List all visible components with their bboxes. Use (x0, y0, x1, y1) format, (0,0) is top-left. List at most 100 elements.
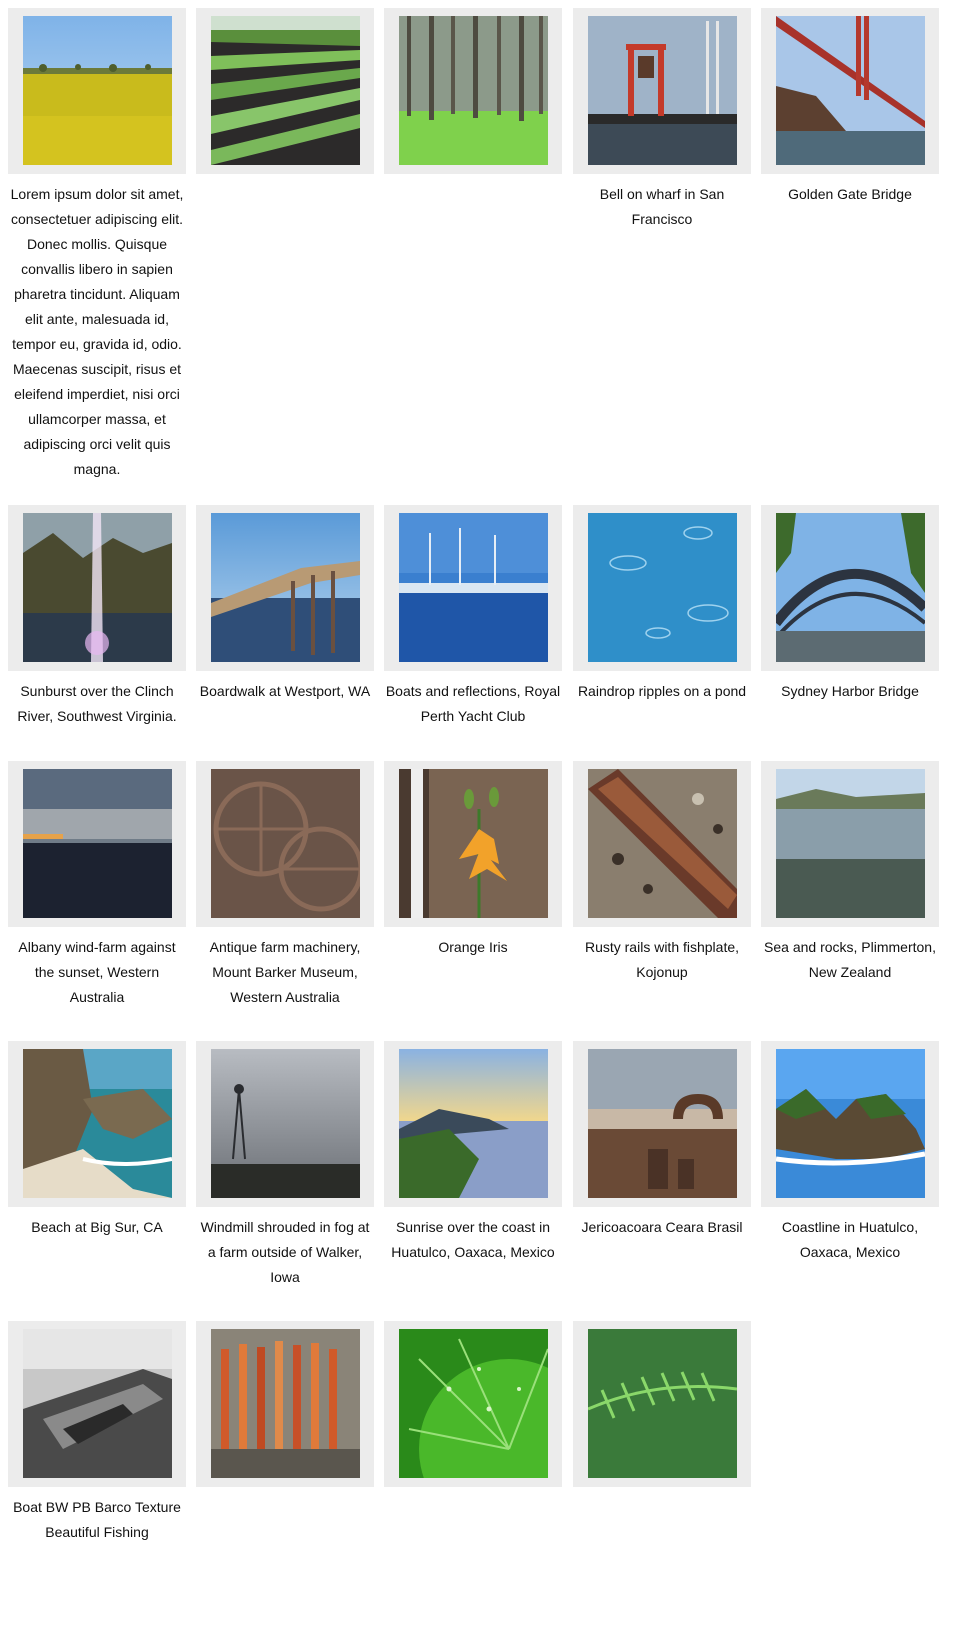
thumbnail-frame[interactable] (8, 505, 186, 671)
thumbnail-frame[interactable] (573, 1041, 751, 1207)
photo-caption: Boardwalk at Westport, WA (199, 683, 371, 699)
photo-pine-forest (399, 16, 548, 165)
thumbnail-link[interactable] (588, 1329, 737, 1478)
photo-caption: Sydney Harbor Bridge (781, 683, 919, 699)
photo-green-leaf (399, 1329, 548, 1478)
gallery-item: Antique farm machinery, Mount Barker Mus… (196, 761, 374, 1010)
thumbnail-frame[interactable] (573, 505, 751, 671)
thumbnail-link[interactable] (211, 513, 360, 662)
gallery-item: Windmill shrouded in fog at a farm outsi… (196, 1041, 374, 1290)
thumbnail-link[interactable] (588, 513, 737, 662)
thumbnail-frame[interactable] (573, 8, 751, 174)
gallery-item: Albany wind-farm against the sunset, Wes… (8, 761, 186, 1010)
photo-wharf-bell (588, 16, 737, 165)
thumbnail-frame[interactable] (761, 761, 939, 927)
photo-caption: Jericoacoara Ceara Brasil (581, 1219, 743, 1235)
thumbnail-link[interactable] (211, 1329, 360, 1478)
photo-caption: Beach at Big Sur, CA (31, 1219, 163, 1235)
photo-bw-boat (23, 1329, 172, 1478)
gallery-item (573, 1321, 751, 1495)
thumbnail-frame[interactable] (761, 505, 939, 671)
thumbnail-frame[interactable] (196, 8, 374, 174)
gallery-item (384, 1321, 562, 1495)
gallery-item: Golden Gate Bridge (761, 8, 939, 207)
gallery-item (196, 8, 374, 182)
photo-fog-windmill (211, 1049, 360, 1198)
photo-sea-rocks (776, 769, 925, 918)
photo-canola-field (23, 16, 172, 165)
thumbnail-link[interactable] (588, 769, 737, 918)
photo-caption: Sea and rocks, Plimmerton, New Zealand (764, 939, 936, 980)
thumbnail-frame[interactable] (8, 1041, 186, 1207)
photo-caption: Albany wind-farm against the sunset, Wes… (18, 939, 176, 1005)
thumbnail-link[interactable] (588, 16, 737, 165)
photo-ripples (588, 513, 737, 662)
thumbnail-frame[interactable] (384, 761, 562, 927)
photo-rusty-rail (588, 769, 737, 918)
thumbnail-link[interactable] (399, 1049, 548, 1198)
photo-rock-arch (588, 1049, 737, 1198)
gallery-item: Sunrise over the coast in Huatulco, Oaxa… (384, 1041, 562, 1265)
thumbnail-frame[interactable] (8, 1321, 186, 1487)
thumbnail-link[interactable] (211, 16, 360, 165)
photo-caption: Boats and reflections, Royal Perth Yacht… (385, 683, 561, 724)
gallery-item: Sunburst over the Clinch River, Southwes… (8, 505, 186, 729)
thumbnail-link[interactable] (23, 1049, 172, 1198)
thumbnail-link[interactable] (776, 769, 925, 918)
gallery-item: Boats and reflections, Royal Perth Yacht… (384, 505, 562, 729)
photo-caption: Raindrop ripples on a pond (577, 683, 747, 699)
thumbnail-frame[interactable] (384, 505, 562, 671)
photo-embers (211, 1329, 360, 1478)
gallery-item: Boat BW PB Barco Texture Beautiful Fishi… (8, 1321, 186, 1545)
thumbnail-frame[interactable] (384, 8, 562, 174)
photo-big-sur (23, 1049, 172, 1198)
photo-caption: Bell on wharf in San Francisco (599, 186, 725, 227)
gallery-item: Beach at Big Sur, CA (8, 1041, 186, 1240)
photo-golden-gate (776, 16, 925, 165)
thumbnail-link[interactable] (399, 513, 548, 662)
thumbnail-link[interactable] (399, 16, 548, 165)
thumbnail-frame[interactable] (761, 1041, 939, 1207)
gallery-item: Rusty rails with fishplate, Kojonup (573, 761, 751, 985)
thumbnail-frame[interactable] (8, 8, 186, 174)
thumbnail-link[interactable] (588, 1049, 737, 1198)
thumbnail-frame[interactable] (384, 1321, 562, 1487)
thumbnail-link[interactable] (399, 769, 548, 918)
thumbnail-frame[interactable] (196, 1041, 374, 1207)
thumbnail-frame[interactable] (8, 761, 186, 927)
thumbnail-frame[interactable] (761, 8, 939, 174)
thumbnail-link[interactable] (211, 1049, 360, 1198)
photo-caption: Orange Iris (438, 939, 508, 955)
thumbnail-link[interactable] (23, 1329, 172, 1478)
thumbnail-frame[interactable] (384, 1041, 562, 1207)
gallery-item: Coastline in Huatulco, Oaxaca, Mexico (761, 1041, 939, 1265)
thumbnail-link[interactable] (23, 16, 172, 165)
gallery-item: Lorem ipsum dolor sit amet, consectetuer… (8, 8, 186, 482)
thumbnail-link[interactable] (399, 1329, 548, 1478)
gallery-item: Bell on wharf in San Francisco (573, 8, 751, 232)
thumbnail-frame[interactable] (196, 761, 374, 927)
thumbnail-link[interactable] (211, 769, 360, 918)
photo-caption: Windmill shrouded in fog at a farm outsi… (200, 1219, 370, 1285)
thumbnail-link[interactable] (23, 769, 172, 918)
thumbnail-link[interactable] (23, 513, 172, 662)
photo-crop-rows (211, 16, 360, 165)
thumbnail-frame[interactable] (573, 761, 751, 927)
photo-coastline-rocks (776, 1049, 925, 1198)
photo-caption: Rusty rails with fishplate, Kojonup (584, 939, 740, 980)
photo-caption: Coastline in Huatulco, Oaxaca, Mexico (781, 1219, 919, 1260)
thumbnail-link[interactable] (776, 1049, 925, 1198)
gallery-item (196, 1321, 374, 1495)
gallery-item: Boardwalk at Westport, WA (196, 505, 374, 704)
thumbnail-link[interactable] (776, 513, 925, 662)
photo-caption: Sunburst over the Clinch River, Southwes… (17, 683, 177, 724)
thumbnail-link[interactable] (776, 16, 925, 165)
photo-sunrise-coast (399, 1049, 548, 1198)
gallery-item: Raindrop ripples on a pond (573, 505, 751, 704)
photo-caption: Antique farm machinery, Mount Barker Mus… (209, 939, 361, 1005)
photo-fern (588, 1329, 737, 1478)
thumbnail-frame[interactable] (196, 1321, 374, 1487)
gallery-item: Jericoacoara Ceara Brasil (573, 1041, 751, 1240)
thumbnail-frame[interactable] (573, 1321, 751, 1487)
thumbnail-frame[interactable] (196, 505, 374, 671)
